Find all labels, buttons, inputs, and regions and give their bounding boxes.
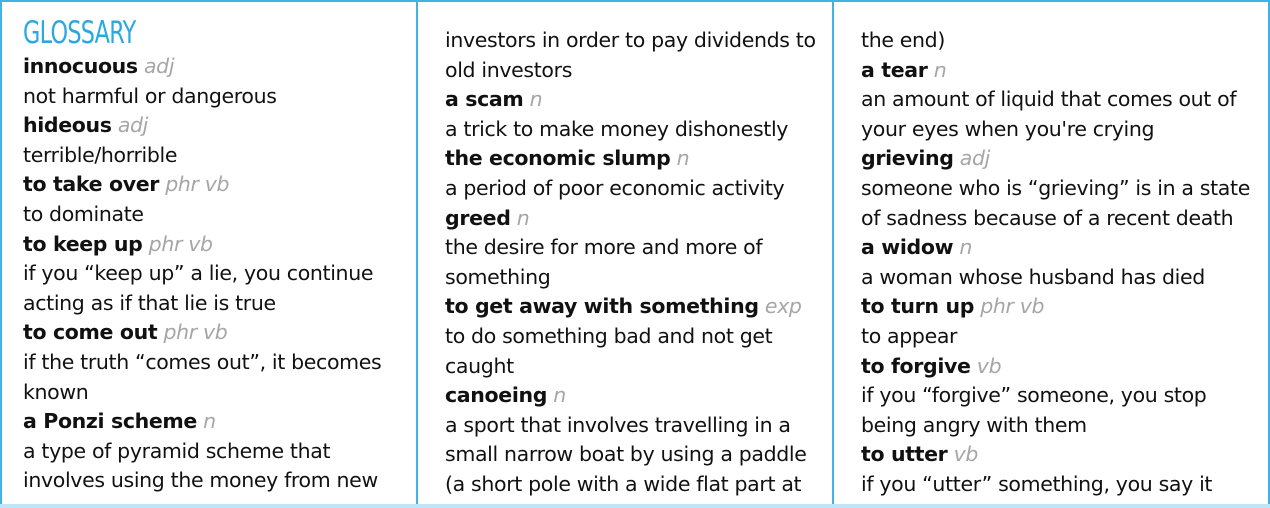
glossary-entry-heading: hideous adj [23,111,416,141]
part-of-speech: n [203,409,216,434]
glossary-entry-heading: a tear n [861,56,1268,86]
glossary-definition-line: investors in order to pay dividends to [445,28,816,52]
glossary-definition-line: if you “forgive” someone, you stop [861,383,1207,408]
glossary-entry-heading: to forgive vb [861,352,1268,382]
glossary-definition-line: to appear [861,323,958,348]
part-of-speech: adj [143,54,175,78]
glossary-panel: GLOSSARY innocuous adj not harmful or dan… [0,0,1270,508]
glossary-column-3: the end) a tear n an amount of liquid that… [834,2,1268,506]
glossary-definition-line: known [23,379,89,404]
glossary-term: to forgive [861,353,971,378]
column-3-body: the end) a tear n an amount of liquid that… [861,26,1268,500]
glossary-definition-line: a woman whose husband has died [861,264,1205,289]
glossary-entry-heading: to turn up phr vb [861,292,1268,322]
glossary-term: a scam [445,87,524,112]
glossary-title: GLOSSARY [23,15,136,51]
part-of-speech: n [553,383,566,408]
glossary-entry-heading: to take over phr vb [23,170,416,200]
part-of-speech: n [959,235,973,260]
glossary-entry-heading: greed n [445,204,832,234]
glossary-term: to take over [23,172,160,197]
glossary-entry-heading: a Ponzi scheme n [23,407,416,437]
glossary-definition-line: a trick to make money dishonestly [445,116,789,141]
part-of-speech: phr vb [980,294,1045,319]
glossary-entry-heading: grieving adj [861,144,1268,174]
glossary-definition-line: old investors [445,57,573,82]
glossary-definition-line: (a short pole with a wide flat part at [445,471,802,496]
glossary-definition-line: the desire for more and more of [445,235,763,260]
glossary-entry-heading: the economic slump n [445,144,832,174]
glossary-definition-line: if you “utter” something, you say it [861,471,1213,496]
glossary-term: the economic slump [445,146,671,171]
glossary-definition-line: the end) [861,28,945,52]
glossary-entry-heading: to get away with something exp [445,292,832,322]
glossary-entry-heading: to utter vb [861,440,1268,470]
glossary-definition-line: a period of poor economic activity [445,175,785,200]
glossary-term: innocuous [23,54,138,78]
glossary-term: hideous [23,113,112,138]
glossary-column-1: GLOSSARY innocuous adj not harmful or dan… [2,2,418,506]
glossary-definition-line: not harmful or dangerous [23,83,277,108]
glossary-definition-line: something [445,264,551,289]
part-of-speech: n [529,87,543,112]
part-of-speech: n [676,146,690,171]
glossary-entry-heading: canoeing n [445,381,832,411]
glossary-definition-line: someone who is “grieving” is in a state [861,175,1250,200]
part-of-speech: vb [953,442,979,467]
glossary-definition-line: involves using the money from new [23,468,378,493]
glossary-entry-heading: a scam n [445,85,832,115]
glossary-term: to utter [861,442,948,467]
part-of-speech: phr vb [163,320,228,345]
glossary-definition-line: to do something bad and not get [445,323,773,348]
glossary-definition-line: acting as if that lie is true [23,290,276,315]
part-of-speech: n [933,57,947,82]
glossary-term: to turn up [861,294,975,319]
column-1-body: innocuous adj not harmful or dangerous hid… [23,52,416,496]
glossary-entry-heading: to keep up phr vb [23,230,416,260]
glossary-entry-heading: to come out phr vb [23,318,416,348]
glossary-definition-line: small narrow boat by using a paddle [445,442,807,467]
glossary-entry-heading: a widow n [861,233,1268,263]
glossary-term: a Ponzi scheme [23,409,197,434]
glossary-definition-line: if you “keep up” a lie, you continue [23,261,374,286]
glossary-definition-line: a sport that involves travelling in a [445,412,791,437]
glossary-definition-line: if the truth “comes out”, it becomes [23,349,382,374]
glossary-term: a widow [861,235,954,260]
glossary-definition-line: being angry with them [861,412,1087,437]
part-of-speech: exp [764,294,802,319]
glossary-definition-line: terrible/horrible [23,142,178,167]
part-of-speech: phr vb [148,231,213,256]
part-of-speech: adj [117,113,149,138]
glossary-definition-line: a type of pyramid scheme that [23,438,331,463]
glossary-definition-line: of sadness because of a recent death [861,205,1234,230]
column-2-body: investors in order to pay dividends to ol… [445,26,832,500]
glossary-term: to keep up [23,231,143,256]
glossary-entry-heading: innocuous adj [23,52,416,82]
part-of-speech: n [516,205,530,230]
glossary-term: greed [445,205,511,230]
glossary-term: a tear [861,57,928,82]
part-of-speech: vb [976,353,1002,378]
glossary-term: to come out [23,320,158,345]
part-of-speech: phr vb [165,172,230,197]
glossary-definition-line: your eyes when you're crying [861,116,1155,141]
glossary-definition-line: to dominate [23,201,144,226]
glossary-column-2: investors in order to pay dividends to ol… [418,2,834,506]
glossary-definition-line: an amount of liquid that comes out of [861,87,1237,112]
part-of-speech: adj [959,146,991,171]
glossary-term: grieving [861,146,954,171]
glossary-term: to get away with something [445,294,759,319]
bottom-accent-strip [0,504,1270,508]
glossary-term: canoeing [445,383,548,408]
glossary-definition-line: caught [445,353,514,378]
